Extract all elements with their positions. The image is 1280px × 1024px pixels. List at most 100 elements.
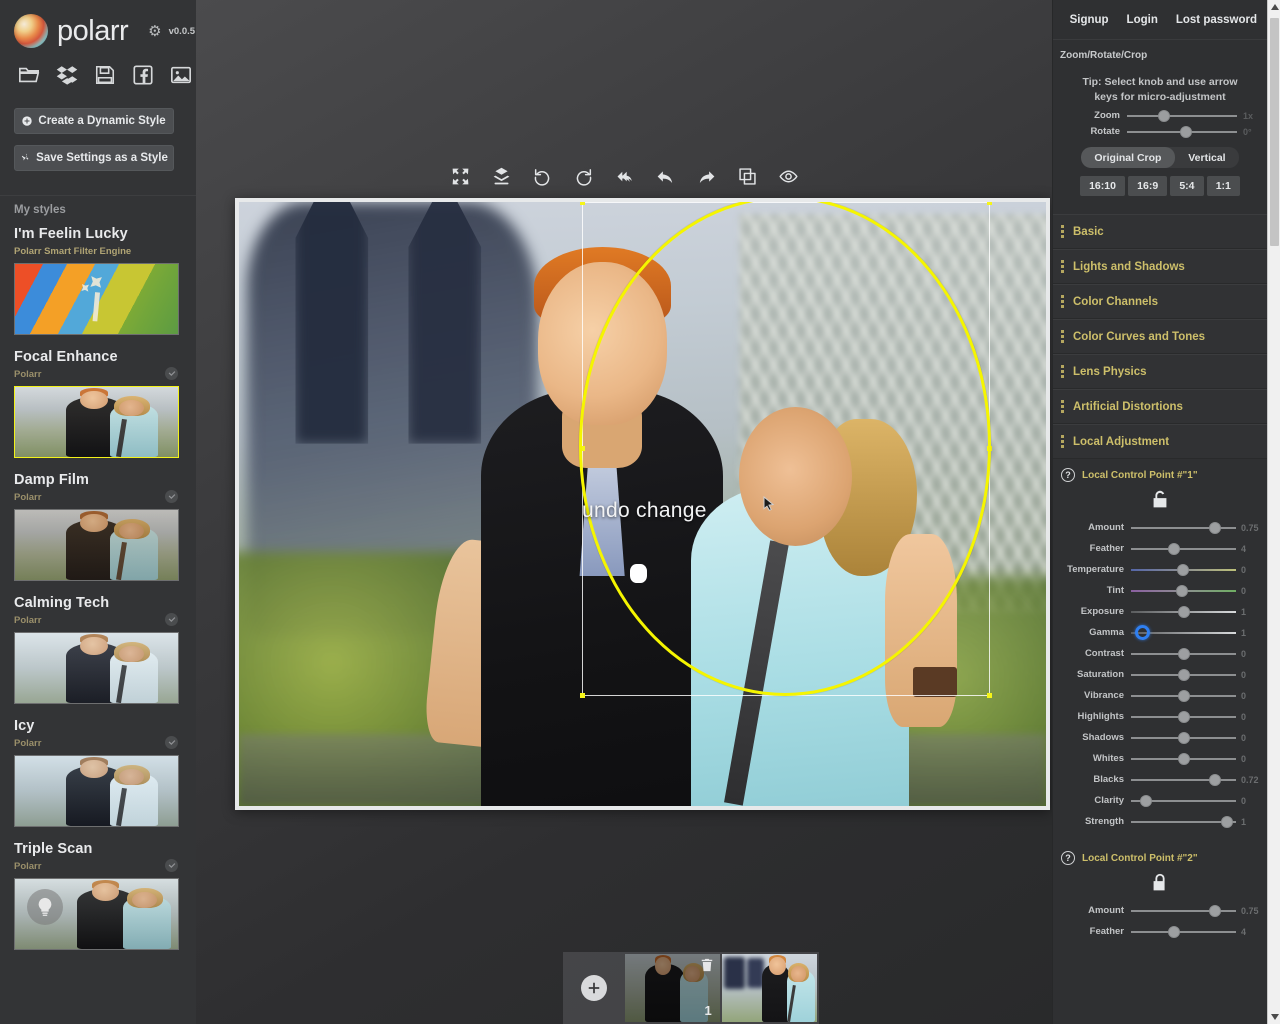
filmstrip-thumb-2[interactable] bbox=[721, 954, 818, 1022]
slider-knob[interactable] bbox=[1208, 773, 1221, 786]
rotate-left-icon[interactable] bbox=[527, 162, 557, 190]
slider-knob[interactable] bbox=[1178, 668, 1191, 681]
fit-screen-icon[interactable] bbox=[445, 162, 475, 190]
section-artificial-distortions[interactable]: Artificial Distortions bbox=[1053, 389, 1267, 425]
main-image-canvas[interactable]: undo change bbox=[235, 198, 1050, 810]
reset-all-icon[interactable] bbox=[609, 162, 639, 190]
style-applied-check-icon[interactable] bbox=[165, 859, 178, 872]
slider-track[interactable] bbox=[1131, 668, 1236, 681]
section-basic[interactable]: Basic bbox=[1053, 214, 1267, 250]
trash-icon[interactable] bbox=[700, 958, 714, 972]
bug-icon[interactable]: ⚙ bbox=[148, 24, 161, 39]
slider-knob[interactable] bbox=[1176, 584, 1189, 597]
style-thumbnail[interactable] bbox=[14, 263, 179, 335]
crop-handle-top-right[interactable] bbox=[987, 202, 992, 205]
undo-icon[interactable] bbox=[650, 162, 680, 190]
compare-layers-icon[interactable] bbox=[486, 162, 516, 190]
rotate-right-icon[interactable] bbox=[568, 162, 598, 190]
style-thumbnail[interactable] bbox=[14, 632, 179, 704]
zoom-slider-track[interactable] bbox=[1127, 109, 1237, 122]
login-link[interactable]: Login bbox=[1127, 14, 1158, 26]
right-panel-scrollbar[interactable] bbox=[1267, 0, 1280, 1024]
rotate-slider-track[interactable] bbox=[1127, 125, 1237, 138]
style-card-focal-enhance[interactable]: Focal Enhance Polarr bbox=[0, 345, 196, 468]
style-card-calming-tech[interactable]: Calming Tech Polarr bbox=[0, 591, 196, 714]
slider-knob-selected[interactable] bbox=[1135, 624, 1151, 640]
style-thumbnail[interactable] bbox=[14, 755, 179, 827]
crop-mode-vertical[interactable]: Vertical bbox=[1175, 147, 1239, 168]
slider-knob[interactable] bbox=[1178, 605, 1191, 618]
slider-track[interactable] bbox=[1131, 752, 1236, 765]
slider-track[interactable] bbox=[1131, 647, 1236, 660]
ratio-16-9[interactable]: 16:9 bbox=[1128, 176, 1168, 197]
slider-track[interactable] bbox=[1131, 605, 1236, 618]
ratio-1-1[interactable]: 1:1 bbox=[1206, 176, 1240, 197]
slider-track[interactable] bbox=[1131, 542, 1236, 555]
section-color-channels[interactable]: Color Channels bbox=[1053, 284, 1267, 320]
scrollbar-thumb[interactable] bbox=[1270, 18, 1279, 246]
image-icon[interactable] bbox=[170, 64, 192, 86]
ratio-5-4[interactable]: 5:4 bbox=[1170, 176, 1204, 197]
question-icon[interactable]: ? bbox=[1061, 468, 1075, 483]
crop-handle-bottom-left[interactable] bbox=[580, 693, 585, 698]
signup-link[interactable]: Signup bbox=[1070, 14, 1109, 26]
crop-handle-bottom-right[interactable] bbox=[987, 693, 992, 698]
section-lights-and-shadows[interactable]: Lights and Shadows bbox=[1053, 249, 1267, 285]
chevron-down-icon[interactable] bbox=[1268, 1010, 1280, 1024]
duplicate-icon[interactable] bbox=[732, 162, 762, 190]
style-applied-check-icon[interactable] bbox=[165, 490, 178, 503]
dropbox-icon[interactable] bbox=[56, 64, 78, 86]
slider-knob[interactable] bbox=[1178, 710, 1191, 723]
style-applied-check-icon[interactable] bbox=[165, 736, 178, 749]
create-dynamic-style-button[interactable]: Create a Dynamic Style bbox=[14, 108, 174, 134]
slider-track[interactable] bbox=[1131, 584, 1236, 597]
slider-track[interactable] bbox=[1131, 521, 1236, 534]
slider-knob[interactable] bbox=[1178, 731, 1191, 744]
style-card-feelin-lucky[interactable]: I'm Feelin Lucky Polarr Smart Filter Eng… bbox=[0, 222, 196, 345]
section-color-curves-and-tones[interactable]: Color Curves and Tones bbox=[1053, 319, 1267, 355]
redo-icon[interactable] bbox=[691, 162, 721, 190]
slider-knob[interactable] bbox=[1178, 689, 1191, 702]
chevron-up-icon[interactable] bbox=[1268, 0, 1280, 14]
slider-knob[interactable] bbox=[1178, 647, 1191, 660]
rotate-slider-knob[interactable] bbox=[1179, 125, 1192, 138]
slider-track[interactable] bbox=[1131, 624, 1236, 640]
preview-eye-icon[interactable] bbox=[773, 162, 803, 190]
style-card-damp-film[interactable]: Damp Film Polarr bbox=[0, 468, 196, 591]
question-icon[interactable]: ? bbox=[1061, 851, 1075, 866]
save-settings-as-style-button[interactable]: Save Settings as a Style bbox=[14, 145, 174, 171]
slider-knob[interactable] bbox=[1177, 563, 1190, 576]
zoom-slider-knob[interactable] bbox=[1157, 109, 1170, 122]
slider-track[interactable] bbox=[1131, 731, 1236, 744]
style-thumbnail[interactable] bbox=[14, 386, 179, 458]
crop-handle-top-left[interactable] bbox=[580, 202, 585, 205]
filmstrip-thumb-1[interactable]: 1 bbox=[624, 954, 720, 1022]
slider-track[interactable] bbox=[1131, 794, 1236, 807]
lost-password-link[interactable]: Lost password bbox=[1176, 14, 1257, 26]
slider-knob[interactable] bbox=[1221, 815, 1234, 828]
slider-track[interactable] bbox=[1131, 710, 1236, 723]
style-card-triple-scan[interactable]: Triple Scan Polarr bbox=[0, 837, 196, 960]
slider-knob[interactable] bbox=[1140, 794, 1153, 807]
open-folder-icon[interactable] bbox=[18, 64, 40, 86]
section-lens-physics[interactable]: Lens Physics bbox=[1053, 354, 1267, 390]
slider-track[interactable] bbox=[1131, 773, 1236, 786]
style-thumbnail[interactable] bbox=[14, 509, 179, 581]
slider-track[interactable] bbox=[1131, 563, 1236, 576]
save-floppy-icon[interactable] bbox=[94, 64, 116, 86]
section-local-adjustment[interactable]: Local Adjustment bbox=[1053, 424, 1267, 460]
crop-mode-original[interactable]: Original Crop bbox=[1081, 147, 1175, 169]
style-thumbnail[interactable] bbox=[14, 878, 179, 950]
add-photo-button[interactable] bbox=[563, 952, 625, 1024]
facebook-icon[interactable] bbox=[132, 64, 154, 86]
local-control-point-ellipse[interactable] bbox=[579, 202, 991, 696]
lock-icon[interactable] bbox=[1053, 865, 1267, 900]
style-card-icy[interactable]: Icy Polarr bbox=[0, 714, 196, 837]
ratio-16-10[interactable]: 16:10 bbox=[1080, 176, 1126, 197]
slider-knob[interactable] bbox=[1208, 521, 1221, 534]
slider-track[interactable] bbox=[1131, 689, 1236, 702]
unlock-icon[interactable] bbox=[1053, 482, 1267, 517]
slider-track[interactable] bbox=[1131, 815, 1236, 828]
style-applied-check-icon[interactable] bbox=[165, 367, 178, 380]
slider-knob[interactable] bbox=[1167, 542, 1180, 555]
